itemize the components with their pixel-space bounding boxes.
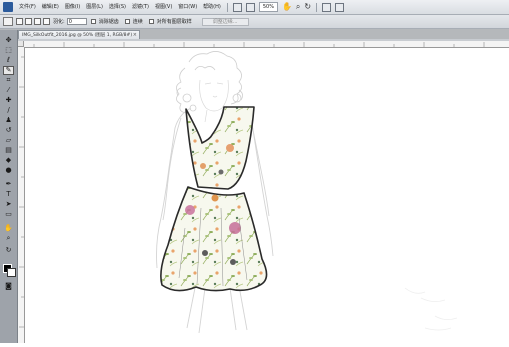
all-layers-label: 对所有图层取样 bbox=[156, 19, 192, 25]
tool-preset-picker[interactable] bbox=[3, 17, 13, 26]
path-select-tool-icon[interactable]: ➤ bbox=[3, 200, 14, 209]
healing-tool-icon[interactable]: ✚ bbox=[3, 96, 14, 105]
menu-separator bbox=[316, 2, 318, 12]
antialias-checkbox[interactable] bbox=[90, 19, 96, 24]
blur-tool-icon[interactable]: ◆ bbox=[3, 156, 14, 165]
move-tool-icon[interactable]: ✥ bbox=[3, 36, 14, 45]
subtract-selection-icon[interactable] bbox=[34, 18, 41, 25]
menu-filter[interactable]: 滤镜(T) bbox=[129, 0, 152, 14]
hand-icon[interactable]: ✋ bbox=[282, 0, 292, 14]
gradient-tool-icon[interactable]: ▤ bbox=[3, 146, 14, 155]
document-canvas[interactable] bbox=[25, 48, 509, 343]
menu-image[interactable]: 图像(I) bbox=[62, 0, 83, 14]
app-logo-icon bbox=[3, 2, 13, 12]
photoshop-window: 文件(F) 编辑(E) 图像(I) 图层(L) 选择(S) 滤镜(T) 视图(V… bbox=[0, 0, 509, 343]
pen-tool-icon[interactable]: ✒ bbox=[3, 180, 14, 189]
feather-input[interactable]: 0 bbox=[66, 18, 87, 25]
dodge-tool-icon[interactable]: ● bbox=[3, 166, 14, 175]
menu-help[interactable]: 帮助(H) bbox=[200, 0, 224, 14]
rotate-view-icon[interactable]: ↻ bbox=[304, 0, 311, 14]
brush-tool-icon[interactable]: / bbox=[3, 106, 14, 115]
menu-bar: 文件(F) 编辑(E) 图像(I) 图层(L) 选择(S) 滤镜(T) 视图(V… bbox=[0, 0, 509, 15]
arrange-documents-icon[interactable] bbox=[322, 2, 332, 12]
add-selection-icon[interactable] bbox=[25, 18, 32, 25]
zoom-level-select[interactable]: 50% bbox=[258, 2, 278, 12]
quick-select-tool-icon[interactable]: ✎ bbox=[3, 66, 14, 75]
menu-select[interactable]: 选择(S) bbox=[106, 0, 129, 14]
eraser-tool-icon[interactable]: ▱ bbox=[3, 136, 14, 145]
document-tab-title: IMG_SilkOutfit_2016.jpg @ 50% (图层 1, RGB… bbox=[22, 33, 133, 38]
contiguous-label: 连续 bbox=[132, 19, 143, 25]
menu-window[interactable]: 窗口(W) bbox=[175, 0, 200, 14]
contiguous-checkbox[interactable] bbox=[124, 19, 130, 24]
toolbox: ✥ ⬚ ℓ ✎ ⌗ ⁄ ✚ / ♟ ↺ ▱ ▤ ◆ ● ✒ T ➤ ▭ ✋ ⌕ … bbox=[0, 30, 18, 343]
screen-mode-icon[interactable] bbox=[335, 2, 345, 12]
all-layers-checkbox[interactable] bbox=[148, 19, 154, 24]
new-selection-icon[interactable] bbox=[16, 18, 23, 25]
vertical-ruler[interactable] bbox=[18, 47, 25, 343]
antialias-label: 消除锯齿 bbox=[98, 19, 119, 25]
document-tab[interactable]: IMG_SilkOutfit_2016.jpg @ 50% (图层 1, RGB… bbox=[18, 30, 140, 39]
clone-stamp-tool-icon[interactable]: ♟ bbox=[3, 116, 14, 125]
bridge-icon[interactable] bbox=[232, 2, 242, 12]
quick-mask-icon[interactable]: ◙ bbox=[3, 282, 14, 291]
shape-tool-icon[interactable]: ▭ bbox=[3, 210, 14, 219]
intersect-selection-icon[interactable] bbox=[43, 18, 50, 25]
fashion-sketch-image bbox=[156, 51, 458, 334]
marquee-tool-icon[interactable]: ⬚ bbox=[3, 46, 14, 55]
menu-separator bbox=[226, 2, 228, 12]
eyedropper-tool-icon[interactable]: ⁄ bbox=[3, 86, 14, 95]
options-bar: 羽化: 0 消除锯齿 连续 对所有图层取样 调整边缘... bbox=[0, 15, 509, 29]
rotate-3d-tool-icon[interactable]: ↻ bbox=[3, 246, 14, 255]
type-tool-icon[interactable]: T bbox=[3, 190, 14, 199]
horizontal-ruler[interactable] bbox=[24, 41, 509, 48]
menu-edit[interactable]: 编辑(E) bbox=[39, 0, 62, 14]
zoom-icon[interactable]: ⌕ bbox=[296, 0, 300, 14]
history-brush-tool-icon[interactable]: ↺ bbox=[3, 126, 14, 135]
background-color-swatch[interactable] bbox=[7, 268, 16, 277]
crop-tool-icon[interactable]: ⌗ bbox=[3, 76, 14, 85]
menu-file[interactable]: 文件(F) bbox=[16, 0, 39, 14]
feather-label: 羽化: bbox=[53, 19, 65, 25]
menu-view[interactable]: 视图(V) bbox=[152, 0, 175, 14]
view-extras-icon[interactable] bbox=[245, 2, 255, 12]
zoom-tool-icon[interactable]: ⌕ bbox=[3, 234, 14, 243]
close-icon[interactable]: × bbox=[133, 31, 137, 39]
menu-layer[interactable]: 图层(L) bbox=[83, 0, 106, 14]
lasso-tool-icon[interactable]: ℓ bbox=[3, 56, 14, 65]
hand-tool-icon[interactable]: ✋ bbox=[3, 224, 14, 233]
refine-edge-button[interactable]: 调整边缘... bbox=[201, 17, 249, 26]
